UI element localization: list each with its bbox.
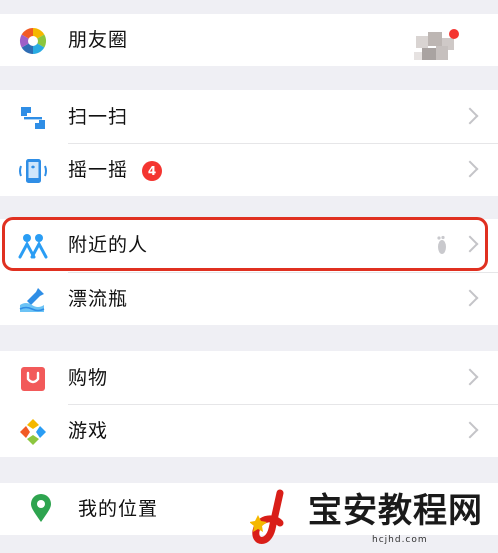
- chevron-right-icon: [461, 289, 479, 307]
- menu-label-games: 游戏: [68, 420, 109, 442]
- menu-label-scan: 扫一扫: [68, 106, 129, 128]
- games-diamond-icon: [18, 417, 48, 447]
- scan-icon: [18, 103, 48, 133]
- menu-label-shopping: 购物: [68, 367, 109, 389]
- location-pin-icon: [26, 494, 56, 524]
- menu-item-shopping[interactable]: 购物: [0, 352, 498, 404]
- menu-item-shake[interactable]: 摇一摇 4: [0, 144, 498, 196]
- shopping-bag-icon: [18, 364, 48, 394]
- chevron-right-icon: [461, 160, 479, 178]
- chevron-right-icon: [461, 421, 479, 439]
- menu-item-moments[interactable]: 朋友圈: [0, 14, 498, 66]
- menu-label-drift-bottle: 漂流瓶: [68, 288, 129, 310]
- menu-item-games[interactable]: 游戏: [0, 405, 498, 457]
- menu-item-scan[interactable]: 扫一扫: [0, 91, 498, 143]
- shake-phone-icon: [18, 156, 48, 186]
- site-watermark: 宝安教程网 hcjhd.com: [246, 487, 496, 553]
- menu-label-shake: 摇一摇: [68, 159, 129, 181]
- moments-group: 朋友圈: [0, 14, 498, 66]
- chevron-right-icon: [461, 107, 479, 125]
- highlight-frame: [2, 217, 488, 271]
- menu-label-my-location: 我的位置: [78, 498, 159, 520]
- notification-badge: 4: [142, 161, 162, 181]
- watermark-title: 宝安教程网: [308, 491, 483, 531]
- drift-bottle-icon: [18, 285, 48, 315]
- menu-item-drift-bottle[interactable]: 漂流瓶: [0, 273, 498, 325]
- chevron-right-icon: [461, 368, 479, 386]
- friend-avatar-blurred: [408, 26, 462, 68]
- menu-label-moments: 朋友圈: [68, 29, 129, 51]
- scan-shake-group: 扫一扫 摇一摇 4: [0, 90, 498, 196]
- watermark-subtitle: hcjhd.com: [372, 535, 428, 545]
- shopping-games-group: 购物 游戏: [0, 351, 498, 457]
- watermark-logo-icon: [249, 489, 304, 549]
- moments-aperture-icon: [18, 26, 48, 56]
